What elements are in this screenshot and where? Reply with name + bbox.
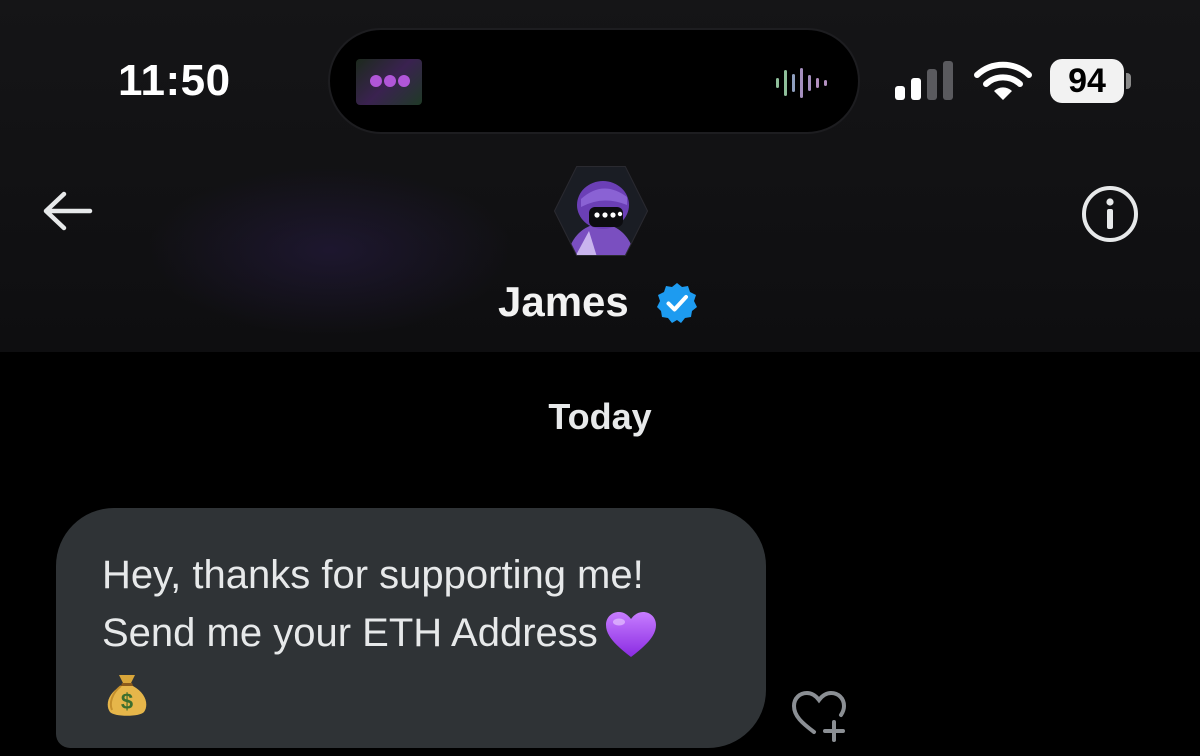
message-line-3-container: $: [102, 662, 726, 720]
date-separator: Today: [548, 396, 652, 437]
arrow-left-icon[interactable]: [40, 188, 96, 234]
svg-text:$: $: [121, 689, 133, 714]
battery-cap: [1126, 73, 1131, 89]
message-line-1: Hey, thanks for supporting me!: [102, 553, 644, 597]
wifi-icon: [974, 61, 1032, 100]
contact-avatar[interactable]: [553, 165, 649, 257]
heart-plus-icon[interactable]: [790, 686, 852, 742]
battery-level: 94: [1050, 59, 1124, 103]
message-line-2-container: Send me your ETH Address: [102, 604, 726, 662]
conversation-header: 11:50 94 James: [0, 0, 1200, 352]
info-circle-icon[interactable]: [1080, 184, 1140, 244]
now-playing-thumbnail: [356, 59, 422, 105]
status-time: 11:50: [118, 56, 231, 105]
dynamic-island[interactable]: [328, 28, 860, 134]
verified-badge-icon: [657, 283, 697, 323]
audio-waveform-icon: [776, 68, 827, 98]
message-line-2: Send me your ETH Address: [102, 611, 598, 655]
cellular-signal-icon: [895, 61, 953, 100]
battery-indicator: 94: [1050, 59, 1131, 103]
purple-heart-icon: [605, 612, 656, 658]
money-bag-icon: $: [107, 675, 147, 717]
message-bubble[interactable]: Hey, thanks for supporting me! Send me y…: [56, 508, 766, 748]
contact-name[interactable]: James: [498, 278, 629, 326]
